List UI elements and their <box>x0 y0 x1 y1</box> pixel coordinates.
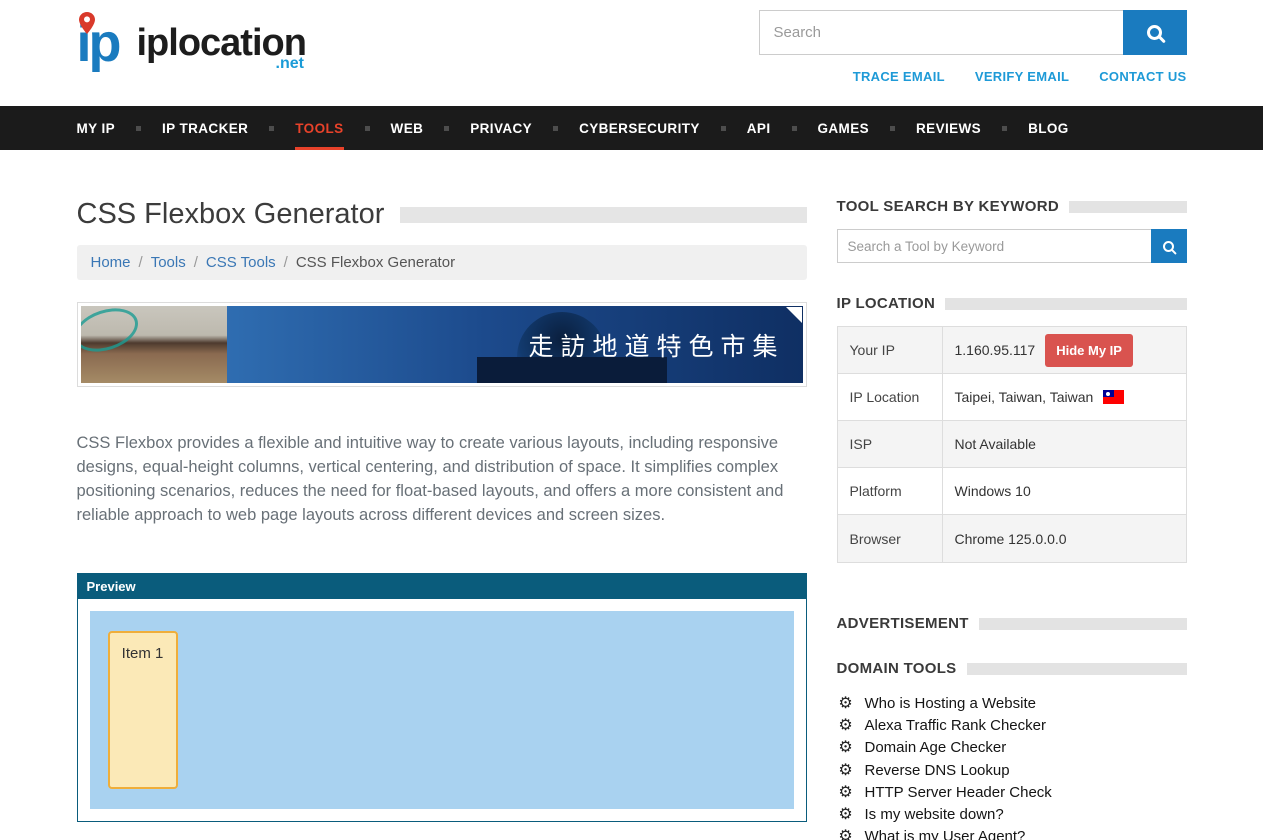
platform-value: Windows 10 <box>955 483 1031 499</box>
ad-photo-right: 走訪地道特色市集 <box>227 306 803 383</box>
heading-decorative-bar <box>945 298 1186 310</box>
table-row-ip-location: IP Location Taipei, Taiwan, Taiwan <box>838 374 1186 421</box>
site-logo[interactable]: ip iplocation .net <box>77 10 306 84</box>
main-content: CSS Flexbox Generator Home / Tools / CSS… <box>77 198 807 840</box>
advertisement-banner[interactable]: 走訪地道特色市集 <box>77 302 807 387</box>
search-icon <box>1163 241 1174 252</box>
preview-panel-title: Preview <box>78 574 806 599</box>
gear-icon: ⚙ <box>837 826 855 840</box>
hide-my-ip-button[interactable]: Hide My IP <box>1045 334 1133 367</box>
trace-email-link[interactable]: TRACE EMAIL <box>853 69 945 84</box>
row-label: ISP <box>838 421 943 467</box>
verify-email-link[interactable]: VERIFY EMAIL <box>975 69 1069 84</box>
site-search-button[interactable] <box>1123 10 1187 55</box>
header-utility-links: TRACE EMAIL VERIFY EMAIL CONTACT US <box>853 69 1187 84</box>
taiwan-flag-icon <box>1103 390 1124 404</box>
ad-photo-left <box>81 306 227 383</box>
gear-icon: ⚙ <box>837 693 855 715</box>
contact-us-link[interactable]: CONTACT US <box>1099 69 1186 84</box>
intro-paragraph: CSS Flexbox provides a flexible and intu… <box>77 431 807 527</box>
nav-item-privacy[interactable]: PRIVACY <box>470 106 579 150</box>
nav-item-tools[interactable]: TOOLS <box>295 106 390 150</box>
preview-body: Item 1 <box>78 599 806 821</box>
row-label: Browser <box>838 515 943 562</box>
logo-wordmark: iplocation .net <box>137 10 306 65</box>
preview-panel: Preview Item 1 <box>77 573 807 822</box>
breadcrumb: Home / Tools / CSS Tools / CSS Flexbox G… <box>77 245 807 280</box>
browser-value: Chrome 125.0.0.0 <box>955 531 1067 547</box>
nav-item-my-ip[interactable]: MY IP <box>77 106 163 150</box>
nav-item-ip-tracker[interactable]: IP TRACKER <box>162 106 295 150</box>
tool-search <box>837 229 1187 263</box>
ip-location-value: Taipei, Taiwan, Taiwan <box>955 389 1094 405</box>
breadcrumb-separator: / <box>194 254 198 271</box>
nav-item-web[interactable]: WEB <box>391 106 471 150</box>
site-search-input[interactable] <box>759 10 1123 55</box>
breadcrumb-tools[interactable]: Tools <box>151 254 186 271</box>
logo-mark-icon: ip <box>77 10 135 76</box>
gear-icon: ⚙ <box>837 804 855 826</box>
ip-location-table: Your IP 1.160.95.117 Hide My IP IP Locat… <box>837 326 1187 563</box>
location-pin-icon <box>79 12 95 34</box>
breadcrumb-home[interactable]: Home <box>91 254 131 271</box>
domain-tool-user-agent[interactable]: ⚙ What is my User Agent? <box>837 826 1187 840</box>
nav-item-games[interactable]: GAMES <box>818 106 917 150</box>
site-search <box>759 10 1187 55</box>
table-row-your-ip: Your IP 1.160.95.117 Hide My IP <box>838 327 1186 374</box>
breadcrumb-current: CSS Flexbox Generator <box>296 254 455 271</box>
main-nav: MY IP IP TRACKER TOOLS WEB PRIVACY CYBER… <box>0 106 1263 150</box>
table-row-browser: Browser Chrome 125.0.0.0 <box>838 515 1186 562</box>
site-header: ip iplocation .net TRACE EMAIL VERIFY <box>0 0 1263 106</box>
table-row-platform: Platform Windows 10 <box>838 468 1186 515</box>
nav-item-cybersecurity[interactable]: CYBERSECURITY <box>579 106 747 150</box>
domain-tool-domain-age[interactable]: ⚙ Domain Age Checker <box>837 737 1187 759</box>
gear-icon: ⚙ <box>837 737 855 759</box>
breadcrumb-separator: / <box>284 254 288 271</box>
nav-item-api[interactable]: API <box>747 106 818 150</box>
flex-preview-container: Item 1 <box>90 611 794 809</box>
domain-tool-website-down[interactable]: ⚙ Is my website down? <box>837 804 1187 826</box>
heading-decorative-bar <box>967 663 1187 675</box>
heading-decorative-bar <box>1069 201 1187 213</box>
table-row-isp: ISP Not Available <box>838 421 1186 468</box>
heading-decorative-bar <box>979 618 1187 630</box>
row-label: Platform <box>838 468 943 514</box>
nav-item-reviews[interactable]: REVIEWS <box>916 106 1028 150</box>
ip-location-heading: IP LOCATION <box>837 295 1187 312</box>
tool-search-heading: TOOL SEARCH BY KEYWORD <box>837 198 1187 215</box>
adchoices-icon[interactable] <box>786 307 802 323</box>
domain-tools-heading: DOMAIN TOOLS <box>837 660 1187 677</box>
your-ip-value: 1.160.95.117 <box>955 342 1036 358</box>
title-decorative-bar <box>400 207 806 223</box>
gear-icon: ⚙ <box>837 715 855 737</box>
breadcrumb-css-tools[interactable]: CSS Tools <box>206 254 276 271</box>
gear-icon: ⚙ <box>837 782 855 804</box>
breadcrumb-separator: / <box>139 254 143 271</box>
row-label: Your IP <box>838 327 943 373</box>
page-title: CSS Flexbox Generator <box>77 198 385 231</box>
domain-tool-reverse-dns[interactable]: ⚙ Reverse DNS Lookup <box>837 760 1187 782</box>
nav-item-blog[interactable]: BLOG <box>1028 106 1069 150</box>
search-icon <box>1147 25 1162 40</box>
ad-image: 走訪地道特色市集 <box>81 306 803 383</box>
gear-icon: ⚙ <box>837 760 855 782</box>
advertisement-heading: ADVERTISEMENT <box>837 615 1187 632</box>
domain-tool-alexa-rank[interactable]: ⚙ Alexa Traffic Rank Checker <box>837 715 1187 737</box>
sidebar: TOOL SEARCH BY KEYWORD IP LOCATION Your … <box>837 198 1187 840</box>
domain-tool-http-header[interactable]: ⚙ HTTP Server Header Check <box>837 782 1187 804</box>
domain-tool-hosting[interactable]: ⚙ Who is Hosting a Website <box>837 693 1187 715</box>
tool-search-input[interactable] <box>837 229 1151 263</box>
tool-search-button[interactable] <box>1151 229 1187 263</box>
logo-tld: .net <box>276 55 304 73</box>
domain-tools-list: ⚙ Who is Hosting a Website ⚙ Alexa Traff… <box>837 693 1187 840</box>
row-label: IP Location <box>838 374 943 420</box>
ad-headline: 走訪地道特色市集 <box>528 327 784 363</box>
isp-value: Not Available <box>955 436 1036 452</box>
flex-preview-item: Item 1 <box>108 631 178 789</box>
